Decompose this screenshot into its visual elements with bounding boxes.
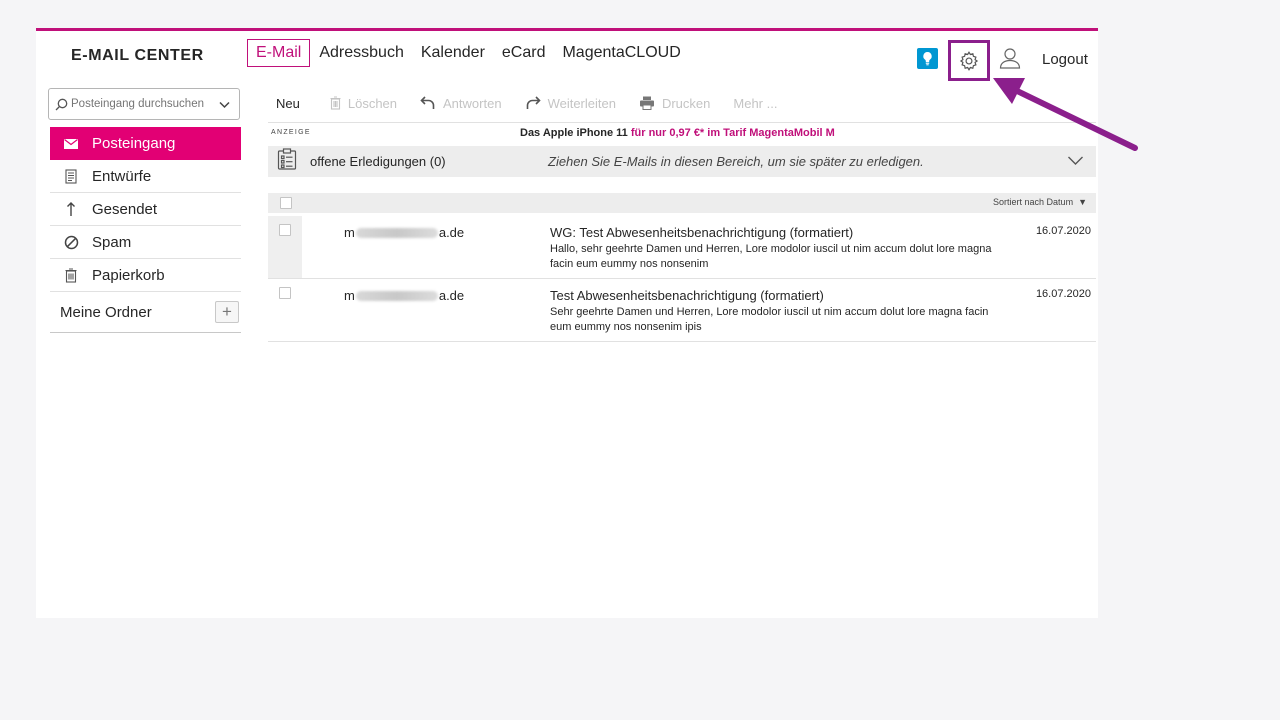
draft-icon <box>50 168 92 184</box>
todo-dropzone[interactable]: offene Erledigungen (0) Ziehen Sie E-Mai… <box>268 146 1096 177</box>
reply-icon <box>420 96 435 109</box>
main-navigation: E-Mail Adressbuch Kalender eCard Magenta… <box>247 39 690 67</box>
trash-icon <box>50 267 92 283</box>
gear-icon <box>959 50 979 71</box>
add-folder-button[interactable]: + <box>215 301 239 323</box>
checklist-icon <box>277 148 297 175</box>
chevron-down-icon[interactable] <box>1067 155 1084 166</box>
envelope-icon <box>50 138 92 149</box>
todo-label: offene Erledigungen (0) <box>310 154 446 169</box>
annotation-arrow <box>993 78 1138 151</box>
redacted-blur <box>355 290 438 301</box>
sender-start: m <box>344 288 355 303</box>
ad-text-highlight: für nur 0,97 €* im Tarif MagentaMobil M <box>630 127 835 139</box>
mail-date: 16.07.2020 <box>1035 288 1091 300</box>
reply-button[interactable]: Antworten <box>420 96 502 111</box>
more-button[interactable]: Mehr ... <box>733 96 777 111</box>
user-icon[interactable] <box>999 47 1021 69</box>
print-label: Drucken <box>661 95 711 111</box>
settings-button[interactable] <box>948 40 990 81</box>
mail-preview: Sehr geehrte Damen und Herren, Lore modo… <box>550 306 989 333</box>
sort-label: Sortiert nach Datum <box>993 197 1074 207</box>
mail-subject: WG: Test Abwesenheitsbenachrichtigung (f… <box>550 225 854 240</box>
mail-sender: m a.de <box>344 288 464 303</box>
sender-start: m <box>344 225 355 240</box>
nav-ecard[interactable]: eCard <box>494 40 554 66</box>
search-icon <box>55 98 68 110</box>
mail-checkbox[interactable] <box>279 224 291 236</box>
mail-toolbar: Neu Löschen Antworten Weiterleiten Druck… <box>268 91 800 115</box>
folder-entwuerfe[interactable]: Entwürfe <box>50 160 241 193</box>
forward-label: Weiterleiten <box>547 95 616 111</box>
mail-date: 16.07.2020 <box>1035 225 1091 237</box>
forward-button[interactable]: Weiterleiten <box>525 96 616 111</box>
sender-end: a.de <box>438 288 465 303</box>
nav-magentacloud[interactable]: MagentaCLOUD <box>554 40 688 66</box>
folder-gesendet[interactable]: Gesendet <box>50 193 241 226</box>
folder-label: Spam <box>92 233 132 251</box>
mail-row[interactable]: m a.de Test Abwesenheitsbenachrichtigung … <box>268 279 1096 342</box>
sort-dropdown[interactable]: Sortiert nach Datum ▼ <box>993 197 1087 207</box>
lightbulb-icon[interactable] <box>917 48 938 69</box>
mail-subject: Test Abwesenheitsbenachrichtigung (forma… <box>550 288 824 303</box>
select-all-checkbox[interactable] <box>280 197 292 209</box>
folder-label: Entwürfe <box>92 167 152 185</box>
folder-spam[interactable]: Spam <box>50 226 241 259</box>
ad-text[interactable]: Das Apple iPhone 11 für nur 0,97 €* im T… <box>520 127 835 139</box>
mail-checkbox[interactable] <box>279 287 291 299</box>
redacted-blur <box>355 227 438 238</box>
mail-preview: Hallo, sehr geehrte Damen und Herren, Lo… <box>550 243 992 270</box>
todo-hint: Ziehen Sie E-Mails in diesen Bereich, um… <box>548 154 924 169</box>
new-button[interactable]: Neu <box>276 96 300 111</box>
mail-list-header: Sortiert nach Datum ▼ <box>268 193 1096 213</box>
print-button[interactable]: Drucken <box>639 96 710 111</box>
my-folders-label: Meine Ordner <box>60 303 152 321</box>
printer-icon <box>639 96 654 110</box>
nav-email[interactable]: E-Mail <box>247 39 311 67</box>
brand-title: E-MAIL CENTER <box>71 47 204 64</box>
folder-label: Gesendet <box>92 200 158 218</box>
ad-label: ANZEIGE <box>271 129 311 136</box>
email-center-window: E-MAIL CENTER E-Mail Adressbuch Kalender… <box>36 28 1098 618</box>
search-input[interactable] <box>71 98 216 110</box>
delete-label: Löschen <box>347 95 398 111</box>
reply-label: Antworten <box>443 95 502 111</box>
mail-sender: m a.de <box>344 225 464 240</box>
folder-label: Papierkorb <box>92 266 165 284</box>
forward-icon <box>526 96 541 109</box>
nav-kalender[interactable]: Kalender <box>413 40 493 66</box>
sender-end: a.de <box>438 225 465 240</box>
mail-row[interactable]: m a.de WG: Test Abwesenheitsbenachrichtig… <box>268 216 1096 279</box>
folder-list: Posteingang Entwürfe Gesendet Spam Papie… <box>50 127 241 333</box>
arrow-up-icon <box>50 201 92 217</box>
nav-adressbuch[interactable]: Adressbuch <box>311 40 412 66</box>
folder-label: Posteingang <box>92 135 176 152</box>
my-folders-section: Meine Ordner + <box>50 292 241 333</box>
block-icon <box>50 235 92 250</box>
delete-button[interactable]: Löschen <box>330 96 397 111</box>
ad-text-main: Das Apple iPhone 11 <box>520 127 628 139</box>
folder-posteingang[interactable]: Posteingang <box>50 127 241 160</box>
trash-icon <box>330 96 341 110</box>
search-box[interactable] <box>48 88 240 120</box>
advertisement-bar[interactable]: ANZEIGE Das Apple iPhone 11 für nur 0,97… <box>268 122 1096 143</box>
logout-link[interactable]: Logout <box>1042 51 1088 68</box>
chevron-down-icon[interactable] <box>218 98 231 111</box>
folder-papierkorb[interactable]: Papierkorb <box>50 259 241 292</box>
